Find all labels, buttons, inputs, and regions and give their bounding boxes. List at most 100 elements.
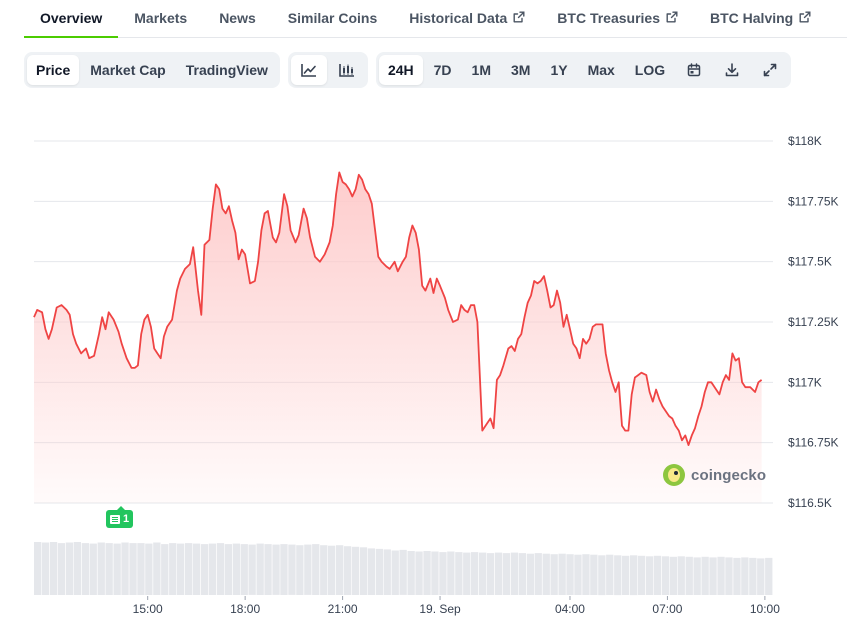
volume-bar: [510, 552, 519, 595]
volume-bar: [272, 544, 280, 595]
y-tick-label: $117K: [788, 375, 822, 389]
volume-bar: [717, 556, 725, 595]
volume-bar: [177, 543, 185, 595]
volume-bar: [486, 553, 495, 595]
volume-bar: [558, 553, 566, 595]
tab-label: BTC Treasuries: [557, 10, 660, 26]
chart-type-price-button[interactable]: Price: [27, 55, 80, 85]
tab-news[interactable]: News: [203, 0, 272, 37]
volume-bar: [129, 543, 137, 595]
news-icon: [110, 514, 120, 524]
volume-bar: [534, 553, 542, 595]
tab-markets[interactable]: Markets: [118, 0, 203, 37]
volume-bar: [637, 555, 646, 595]
volume-bar: [240, 544, 248, 595]
volume-bar: [669, 556, 677, 595]
tab-label: Markets: [134, 10, 188, 26]
volume-bar: [463, 552, 471, 595]
volume-bar: [57, 543, 66, 595]
price-chart[interactable]: $118K $117.75K $117.5K $117.25K $117K $116.75…: [0, 100, 847, 632]
volume-bar: [256, 543, 264, 595]
volume-bar: [685, 556, 693, 595]
range-max-button[interactable]: Max: [579, 55, 624, 85]
volume-bar: [208, 543, 217, 595]
volume-bar: [200, 544, 209, 595]
volume-bar: [264, 544, 272, 595]
volume-bar: [288, 544, 296, 595]
volume-bar: [49, 542, 58, 595]
tab-overview[interactable]: Overview: [24, 0, 119, 38]
tab-historical-data[interactable]: Historical Data: [393, 0, 541, 37]
range-7d-button[interactable]: 7D: [425, 55, 461, 85]
news-event-marker[interactable]: 1: [106, 506, 134, 528]
y-tick-label: $118K: [788, 134, 822, 148]
tab-label: Historical Data: [409, 10, 508, 26]
page-tabs: Overview Markets News Similar Coins Historic…: [24, 0, 847, 38]
volume-bar: [89, 543, 97, 595]
x-tick-label: 19. Sep: [419, 602, 461, 616]
volume-bar: [598, 555, 606, 596]
volume-bar: [224, 544, 232, 595]
x-tick-label: 15:00: [133, 602, 163, 616]
x-tick-label: 21:00: [328, 602, 358, 616]
range-1y-button[interactable]: 1Y: [541, 55, 576, 85]
fullscreen-icon[interactable]: [752, 55, 788, 85]
watermark-text: coingecko: [691, 466, 767, 484]
tab-label: News: [219, 10, 256, 26]
volume-bar: [153, 542, 161, 595]
coingecko-watermark: coingecko: [663, 464, 766, 486]
coingecko-logo-icon: [663, 464, 685, 486]
range-3m-button[interactable]: 3M: [502, 55, 539, 85]
volume-bar: [622, 555, 630, 595]
download-icon[interactable]: [714, 55, 750, 85]
volume-bar: [542, 553, 550, 595]
volume-bar: [113, 543, 121, 595]
volume-bar: [614, 555, 622, 596]
tab-btc-halving[interactable]: BTC Halving: [694, 0, 827, 37]
y-tick-label: $116.75K: [788, 436, 839, 450]
volume-bar: [550, 554, 558, 595]
chart-type-market-cap-button[interactable]: Market Cap: [81, 55, 174, 85]
volume-bar: [566, 554, 574, 595]
volume-bar: [137, 543, 145, 595]
range-log-button[interactable]: LOG: [626, 55, 674, 85]
tab-btc-treasuries[interactable]: BTC Treasuries: [541, 0, 694, 37]
chart-view-group: [287, 52, 368, 88]
volume-bar: [320, 545, 328, 595]
volume-bar: [749, 557, 757, 595]
candlestick-chart-icon[interactable]: [329, 55, 365, 85]
volume-bar: [65, 542, 74, 595]
range-24h-button[interactable]: 24H: [378, 55, 423, 85]
tab-label: Overview: [40, 10, 103, 26]
volume-bar: [606, 554, 614, 595]
volume-bar: [280, 544, 288, 595]
x-tick-label: 07:00: [652, 602, 682, 616]
y-tick-label: $116.5K: [788, 496, 832, 510]
x-tick-label: 04:00: [555, 602, 585, 616]
x-tick-label: 10:00: [750, 602, 780, 616]
volume-bar: [296, 545, 304, 595]
volume-bar: [145, 543, 153, 595]
external-link-icon: [660, 10, 678, 26]
volume-bar: [439, 552, 447, 595]
volume-bar: [661, 556, 670, 595]
volume-bar: [725, 557, 733, 595]
volume-bar: [73, 542, 81, 595]
volume-bar: [590, 554, 598, 595]
volume-bar: [97, 542, 105, 595]
volume-bar: [351, 546, 360, 595]
volume-bar: [574, 554, 582, 595]
range-1m-button[interactable]: 1M: [463, 55, 500, 85]
volume-bar: [653, 555, 662, 595]
line-chart-icon[interactable]: [290, 55, 327, 85]
tab-similar-coins[interactable]: Similar Coins: [272, 0, 393, 37]
volume-bar: [630, 555, 638, 596]
volume-bar: [336, 545, 344, 595]
volume-bar: [185, 543, 193, 595]
calendar-icon[interactable]: [676, 55, 712, 85]
volume-bar: [367, 548, 375, 595]
chart-type-tradingview-button[interactable]: TradingView: [177, 55, 277, 85]
volume-bar: [455, 552, 463, 595]
tab-label: Similar Coins: [287, 10, 378, 26]
volume-bar: [343, 546, 352, 595]
